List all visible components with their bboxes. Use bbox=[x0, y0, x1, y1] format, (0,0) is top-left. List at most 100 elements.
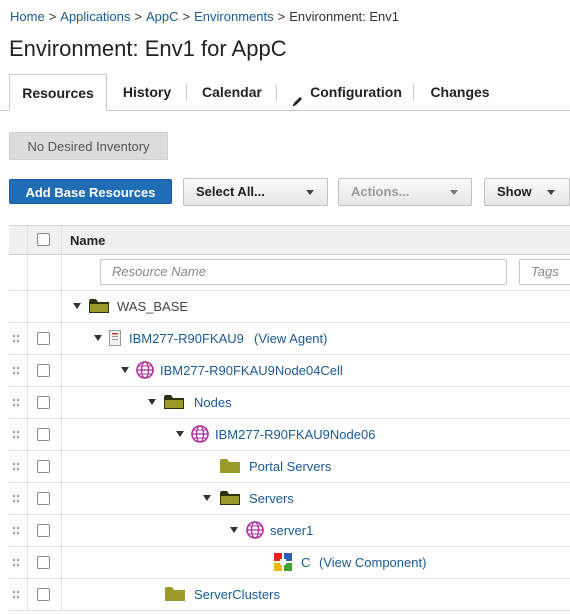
agent-link[interactable]: IBM277-R90FKAU9 bbox=[129, 331, 244, 346]
server1-link[interactable]: server1 bbox=[270, 523, 313, 538]
column-divider bbox=[27, 419, 28, 450]
column-divider bbox=[27, 483, 28, 514]
select-all-label: Select All... bbox=[196, 184, 265, 199]
tree-row[interactable]: Portal Servers bbox=[9, 451, 570, 483]
column-divider bbox=[27, 255, 28, 290]
no-desired-inventory-button[interactable]: No Desired Inventory bbox=[9, 132, 168, 160]
folder-icon bbox=[165, 587, 185, 604]
breadcrumb-home[interactable]: Home bbox=[10, 9, 45, 24]
tree-row[interactable]: WAS_BASE bbox=[9, 291, 570, 323]
column-divider bbox=[61, 547, 62, 578]
expand-triangle-icon[interactable] bbox=[203, 495, 211, 501]
node-link[interactable]: IBM277-R90FKAU9Node06 bbox=[215, 427, 375, 442]
breadcrumb-separator: > bbox=[134, 9, 142, 24]
drag-handle-icon[interactable] bbox=[13, 431, 19, 439]
view-component-link[interactable]: (View Component) bbox=[319, 555, 426, 570]
column-divider bbox=[27, 547, 28, 578]
drag-handle-icon[interactable] bbox=[13, 335, 19, 343]
tab-resources[interactable]: Resources bbox=[9, 74, 107, 111]
column-divider bbox=[27, 515, 28, 546]
row-checkbox[interactable] bbox=[37, 556, 50, 569]
select-all-checkbox[interactable] bbox=[37, 233, 50, 246]
row-checkbox[interactable] bbox=[37, 460, 50, 473]
expand-triangle-icon[interactable] bbox=[94, 335, 102, 341]
tab-changes[interactable]: Changes bbox=[417, 74, 503, 110]
drag-handle-icon[interactable] bbox=[13, 495, 19, 503]
add-base-resources-button[interactable]: Add Base Resources bbox=[9, 179, 172, 204]
column-header-name[interactable]: Name bbox=[70, 233, 105, 248]
drag-handle-icon[interactable] bbox=[13, 527, 19, 535]
row-checkbox[interactable] bbox=[37, 396, 50, 409]
tree-row[interactable]: ServerClusters bbox=[9, 579, 570, 611]
row-checkbox[interactable] bbox=[37, 524, 50, 537]
column-divider bbox=[61, 579, 62, 610]
show-dropdown[interactable]: Show bbox=[484, 178, 570, 206]
breadcrumb-environments[interactable]: Environments bbox=[194, 9, 273, 24]
tree-row[interactable]: Servers bbox=[9, 483, 570, 515]
column-divider bbox=[61, 451, 62, 482]
drag-handle-icon[interactable] bbox=[13, 463, 19, 471]
servers-link[interactable]: Servers bbox=[249, 491, 294, 506]
cell-link[interactable]: IBM277-R90FKAU9Node04Cell bbox=[160, 363, 343, 378]
column-divider bbox=[61, 419, 62, 450]
row-checkbox[interactable] bbox=[37, 428, 50, 441]
tab-configuration-label: Configuration bbox=[310, 84, 402, 100]
tab-history[interactable]: History bbox=[110, 74, 184, 110]
drag-handle-icon[interactable] bbox=[13, 367, 19, 375]
view-agent-link[interactable]: (View Agent) bbox=[254, 331, 327, 346]
drag-handle-icon[interactable] bbox=[13, 591, 19, 599]
column-divider bbox=[61, 355, 62, 386]
row-checkbox[interactable] bbox=[37, 364, 50, 377]
tab-configuration[interactable]: Configuration bbox=[280, 74, 410, 110]
select-all-dropdown[interactable]: Select All... bbox=[183, 178, 328, 206]
tags-filter-input[interactable]: Tags bbox=[519, 259, 570, 285]
globe-icon bbox=[246, 521, 264, 542]
expand-triangle-icon[interactable] bbox=[148, 399, 156, 405]
folder-icon bbox=[220, 459, 240, 476]
tree-row[interactable]: C (View Component) bbox=[9, 547, 570, 579]
column-divider bbox=[61, 515, 62, 546]
row-checkbox[interactable] bbox=[37, 492, 50, 505]
page-title: Environment: Env1 for AppC bbox=[9, 36, 287, 61]
tree-row[interactable]: Nodes bbox=[9, 387, 570, 419]
grid-header-row: Name bbox=[9, 225, 570, 255]
column-divider bbox=[61, 323, 62, 354]
row-checkbox[interactable] bbox=[37, 588, 50, 601]
resource-name-filter-input[interactable]: Resource Name bbox=[100, 259, 507, 285]
tree-row[interactable]: IBM277-R90FKAU9 (View Agent) bbox=[9, 323, 570, 355]
row-checkbox[interactable] bbox=[37, 332, 50, 345]
column-divider bbox=[27, 451, 28, 482]
folder-icon bbox=[89, 299, 109, 316]
breadcrumb-applications[interactable]: Applications bbox=[60, 9, 130, 24]
drag-handle-icon[interactable] bbox=[13, 559, 19, 567]
server-clusters-link[interactable]: ServerClusters bbox=[194, 587, 280, 602]
tree-row[interactable]: IBM277-R90FKAU9Node04Cell bbox=[9, 355, 570, 387]
show-label: Show bbox=[497, 184, 532, 199]
tree-row[interactable]: server1 bbox=[9, 515, 570, 547]
tab-calendar[interactable]: Calendar bbox=[190, 74, 274, 110]
drag-handle-icon[interactable] bbox=[13, 399, 19, 407]
pencil-icon bbox=[291, 85, 304, 122]
breadcrumb-separator: > bbox=[48, 9, 57, 24]
column-divider bbox=[61, 255, 62, 290]
tab-divider bbox=[276, 85, 277, 101]
expand-triangle-icon[interactable] bbox=[230, 527, 238, 533]
component-icon bbox=[274, 553, 292, 574]
nodes-link[interactable]: Nodes bbox=[194, 395, 232, 410]
portal-servers-link[interactable]: Portal Servers bbox=[249, 459, 331, 474]
tree-row[interactable]: IBM277-R90FKAU9Node06 bbox=[9, 419, 570, 451]
breadcrumb: Home > Applications > AppC > Environments > Envi… bbox=[10, 9, 399, 24]
chevron-down-icon bbox=[450, 190, 458, 195]
globe-icon bbox=[136, 361, 154, 382]
breadcrumb-current: Environment: Env1 bbox=[289, 9, 400, 24]
grid-filter-row: Resource Name Tags bbox=[9, 255, 570, 291]
expand-triangle-icon[interactable] bbox=[121, 367, 129, 373]
actions-dropdown[interactable]: Actions... bbox=[338, 178, 472, 206]
expand-triangle-icon[interactable] bbox=[73, 303, 81, 309]
expand-triangle-icon[interactable] bbox=[176, 431, 184, 437]
component-link[interactable]: C bbox=[301, 555, 310, 570]
breadcrumb-appc[interactable]: AppC bbox=[146, 9, 179, 24]
chevron-down-icon bbox=[547, 190, 555, 195]
actions-label: Actions... bbox=[351, 184, 410, 199]
tab-divider bbox=[413, 85, 414, 101]
